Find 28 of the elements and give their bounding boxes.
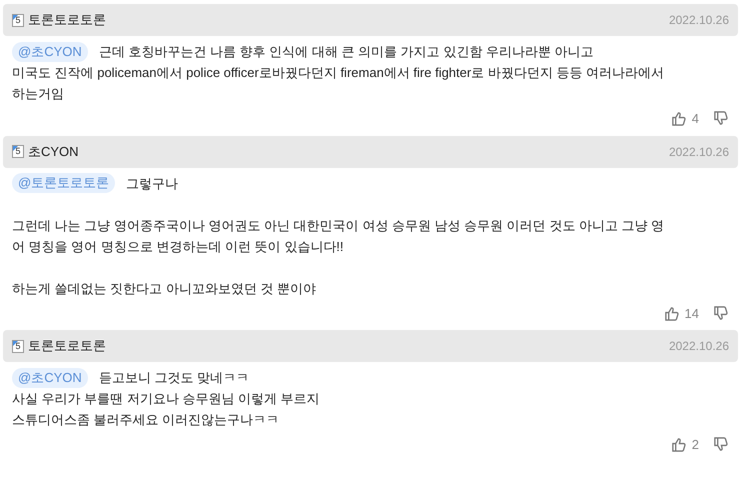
comment-text: 하는거임 bbox=[12, 85, 64, 103]
comment-text: 어 명칭을 영어 명칭으로 변경하는데 이런 뜻이 있습니다!! bbox=[12, 238, 344, 256]
level-badge: 5 bbox=[12, 14, 24, 26]
level-badge: 5 bbox=[12, 340, 24, 352]
comment-text: 그런데 나는 그냥 영어종주국이나 영어권도 아닌 대한민국이 여성 승무원 남성 승무원 이러던 것도 아니고 그냥 영 bbox=[12, 216, 664, 234]
comment-text: 스튜디어스좀 불러주세요 이러진않는구나ㅋㅋ bbox=[12, 411, 280, 429]
comment-date: 2022.10.26 bbox=[668, 338, 729, 355]
author-name[interactable]: 초CYON bbox=[28, 142, 79, 162]
comment-text: 듣고보니 그것도 맞네ㅋㅋ bbox=[98, 369, 249, 387]
like-count: 4 bbox=[692, 110, 699, 128]
thumbs-down-icon[interactable] bbox=[713, 111, 728, 126]
like-count: 2 bbox=[692, 436, 699, 454]
comment-text: 근데 호칭바꾸는건 나름 향후 인식에 대해 큰 의미를 가지고 있긴함 우리나라뿐 아니고 bbox=[98, 43, 594, 61]
author-name[interactable]: 토론토로토론 bbox=[28, 336, 106, 356]
comment-text: 그렇구나 bbox=[126, 174, 178, 192]
thumbs-up-icon[interactable] bbox=[670, 437, 686, 452]
comment-date: 2022.10.26 bbox=[668, 12, 729, 29]
comment-date: 2022.10.26 bbox=[668, 144, 729, 160]
comment-text: 하는게 쓸데없는 짓한다고 아니꼬와보였던 것 뿐이야 bbox=[12, 280, 316, 298]
thumbs-down-icon[interactable] bbox=[713, 306, 728, 321]
level-badge: 5 bbox=[12, 145, 24, 158]
thumbs-up-icon[interactable] bbox=[670, 111, 686, 126]
like-count: 14 bbox=[684, 304, 699, 322]
author-name[interactable]: 토론토로토론 bbox=[28, 10, 106, 30]
thumbs-down-icon[interactable] bbox=[713, 437, 728, 452]
comment-text: 사실 우리가 부를땐 저기요나 승무원님 이렇게 부르지 bbox=[12, 390, 320, 408]
comment-text: 미국도 진작에 policeman에서 police officer로바꿨다던지 fireman에서 fire fighter로 바꿨다던지 등등 여러나라에서 bbox=[12, 64, 664, 82]
thumbs-up-icon[interactable] bbox=[664, 306, 679, 321]
